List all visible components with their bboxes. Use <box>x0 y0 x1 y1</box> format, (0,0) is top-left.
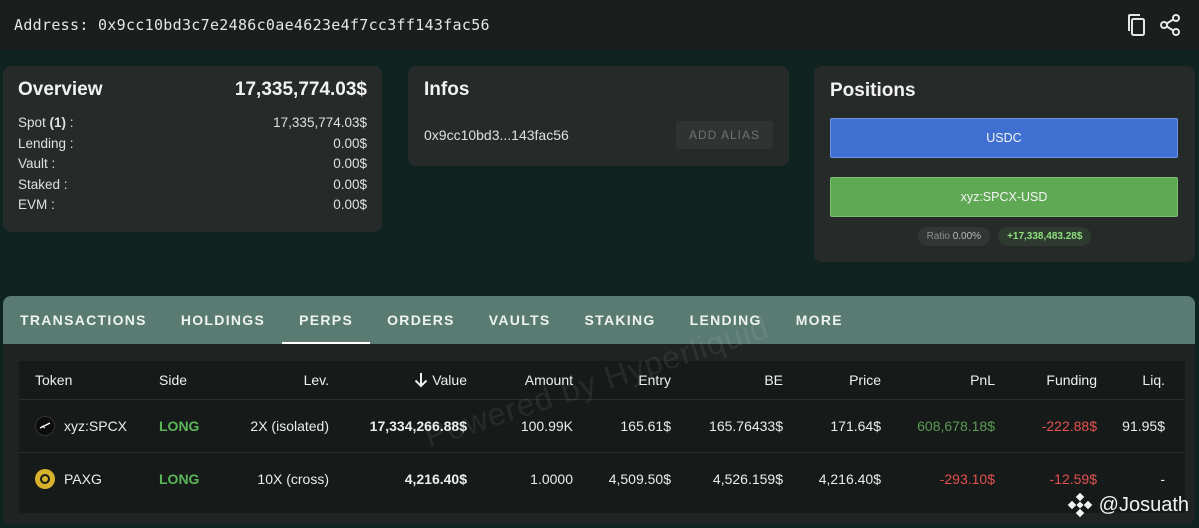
infos-card: Infos 0x9cc10bd3...143fac56 ADD ALIAS <box>408 66 789 166</box>
row-side: LONG <box>159 471 200 487</box>
row-pnl: -293.10$ <box>939 471 995 487</box>
row-amount: 1.0000 <box>530 471 573 487</box>
binance-icon <box>1067 492 1092 518</box>
tab-perps[interactable]: PERPS <box>282 296 371 344</box>
row-token: xyz:SPCX <box>35 416 127 436</box>
credit: @Josuath <box>1067 492 1189 518</box>
row-be: 4,526.159$ <box>712 471 783 487</box>
ratio-chip: Ratio 0.00% <box>917 227 991 246</box>
overview-row-label-pre: Spot <box>18 115 50 130</box>
tab-holdings[interactable]: HOLDINGS <box>164 296 282 344</box>
overview-row: Vault : 0.00$ <box>18 156 367 177</box>
overview-row-label-count: (1) <box>49 115 67 130</box>
row-token: PAXG <box>35 469 102 489</box>
tab-vaults[interactable]: VAULTS <box>472 296 568 344</box>
row-pnl: 608,678.18$ <box>917 418 995 434</box>
overview-row-label: Spot (1) : <box>18 115 74 136</box>
overview-row-label-post: : <box>66 115 74 130</box>
header-pnl[interactable]: PnL <box>970 372 995 388</box>
tab-bar: TRANSACTIONS HOLDINGS PERPS ORDERS VAULTS STA… <box>3 296 1195 344</box>
arrow-down-icon <box>415 373 428 388</box>
address-actions <box>1125 12 1181 38</box>
row-entry: 165.61$ <box>620 418 671 434</box>
header-price[interactable]: Price <box>849 372 881 388</box>
table-row[interactable]: PAXG LONG 10X (cross) 4,216.40$ 1.0000 4… <box>19 452 1185 505</box>
perps-table: Token Side Lev. Value Amount Entry BE Pr… <box>19 361 1185 513</box>
header-lev[interactable]: Lev. <box>304 372 329 388</box>
overview-row-label-pre: Lending : <box>18 135 74 151</box>
overview-row-label-pre: Vault : <box>18 156 56 171</box>
row-token-label: xyz:SPCX <box>64 418 128 434</box>
overview-row-value: 0.00$ <box>333 156 367 171</box>
short-address: 0x9cc10bd3...143fac56 <box>424 127 569 143</box>
header-value-label: Value <box>432 372 467 388</box>
row-liq: - <box>1160 471 1165 487</box>
tab-transactions[interactable]: TRANSACTIONS <box>3 296 164 344</box>
infos-title: Infos <box>424 79 470 100</box>
overview-row: Lending : 0.00$ <box>18 136 367 157</box>
overview-row-label-pre: Staked : <box>18 176 68 192</box>
pnl-chip: +17,338,483.28$ <box>998 227 1092 246</box>
overview-row-label: Vault : <box>18 156 55 177</box>
overview-row-value: 17,335,774.03$ <box>273 115 367 130</box>
overview-row-label-pre: EVM : <box>18 197 55 212</box>
tabs-panel: TRANSACTIONS HOLDINGS PERPS ORDERS VAULTS STA… <box>3 296 1195 524</box>
share-icon[interactable] <box>1159 12 1181 38</box>
row-price: 171.64$ <box>830 418 881 434</box>
tab-staking[interactable]: STAKING <box>568 296 673 344</box>
position-bar-spcx[interactable]: xyz:SPCX-USD <box>830 177 1178 217</box>
header-side[interactable]: Side <box>159 372 187 388</box>
header-be[interactable]: BE <box>764 372 783 388</box>
row-funding: -12.59$ <box>1049 471 1097 487</box>
tab-lending[interactable]: LENDING <box>673 296 779 344</box>
header-token[interactable]: Token <box>35 372 72 388</box>
spcx-icon <box>35 416 55 436</box>
header-entry[interactable]: Entry <box>638 372 671 388</box>
tab-orders[interactable]: ORDERS <box>370 296 472 344</box>
overview-rows: Spot (1) :17,335,774.03$ Lending :0.00$ Va… <box>18 115 367 218</box>
overview-row: Spot (1) : 17,335,774.03$ <box>18 115 367 136</box>
overview-total: 17,335,774.03$ <box>234 79 367 100</box>
row-lev: 10X (cross) <box>257 471 329 487</box>
table-row[interactable]: xyz:SPCX LONG 2X (isolated) 17,334,266.8… <box>19 399 1185 452</box>
row-price: 4,216.40$ <box>818 471 881 487</box>
ratio-value: 0.00% <box>952 231 982 242</box>
overview-row-label: EVM : <box>18 197 55 218</box>
overview-row-label: Lending : <box>18 136 74 157</box>
positions-card: Positions USDC xyz:SPCX-USD Ratio 0.00% … <box>814 66 1195 262</box>
overview-title: Overview <box>18 79 103 100</box>
row-be: 165.76433$ <box>709 418 783 434</box>
positions-title: Positions <box>830 80 916 101</box>
overview-card: Overview 17,335,774.03$ Spot (1) : 17,335… <box>3 66 382 232</box>
row-amount: 100.99K <box>520 418 573 434</box>
overview-row: EVM : 0.00$ <box>18 197 367 218</box>
header-amount[interactable]: Amount <box>525 372 573 388</box>
overview-row-label: Staked : <box>18 177 68 198</box>
row-liq: 91.95$ <box>1122 418 1165 434</box>
position-bar-usdc[interactable]: USDC <box>830 118 1178 158</box>
ratio-label: Ratio <box>926 231 950 242</box>
copy-icon[interactable] <box>1125 12 1147 38</box>
row-funding: -222.88$ <box>1041 418 1097 434</box>
row-value: 4,216.40$ <box>404 471 467 487</box>
row-entry: 4,509.50$ <box>608 471 671 487</box>
overview-row-value: 0.00$ <box>333 197 367 212</box>
header-value[interactable]: Value <box>414 372 467 388</box>
row-value: 17,334,266.88$ <box>369 418 467 434</box>
tab-more[interactable]: MORE <box>779 296 860 344</box>
address-bar: Address: 0x9cc10bd3c7e2486c0ae4623e4f7cc… <box>0 0 1199 50</box>
add-alias-button[interactable]: ADD ALIAS <box>675 121 773 149</box>
overview-row: Staked : 0.00$ <box>18 177 367 198</box>
address-label: Address: 0x9cc10bd3c7e2486c0ae4623e4f7cc… <box>14 16 490 34</box>
header-liq[interactable]: Liq. <box>1142 372 1165 388</box>
table-header: Token Side Lev. Value Amount Entry BE Pr… <box>19 361 1185 399</box>
overview-row-value: 0.00$ <box>333 135 367 151</box>
row-token-label: PAXG <box>64 471 102 487</box>
paxg-icon <box>35 469 55 489</box>
row-side: LONG <box>159 418 200 434</box>
overview-row-value: 0.00$ <box>333 176 367 192</box>
credit-label: @Josuath <box>1098 493 1189 516</box>
row-lev: 2X (isolated) <box>250 418 329 434</box>
header-funding[interactable]: Funding <box>1046 372 1097 388</box>
